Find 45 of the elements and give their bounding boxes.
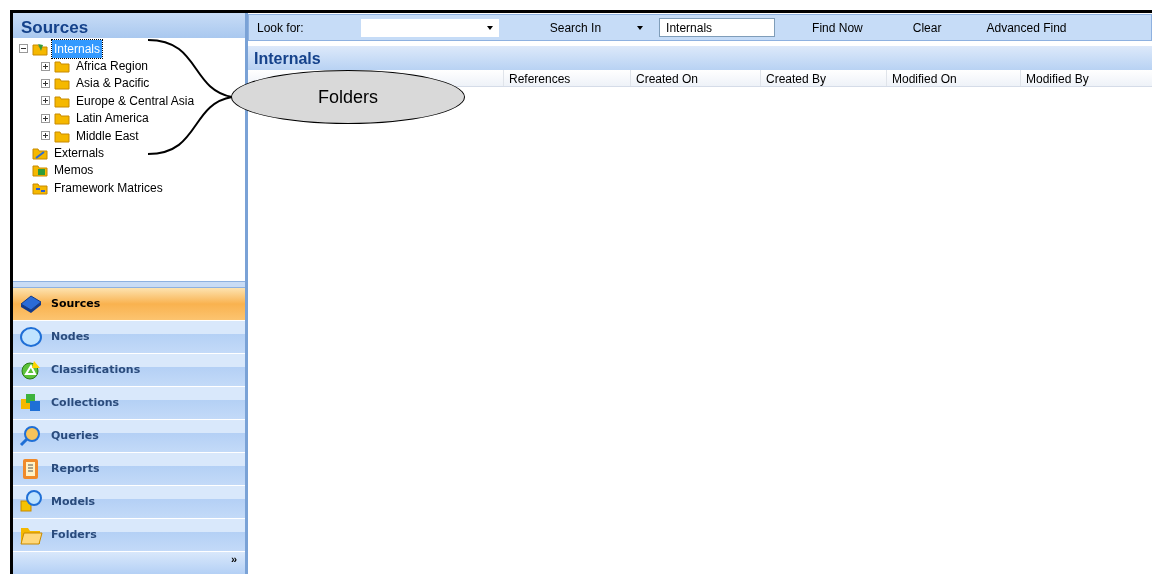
panel-title: Sources <box>13 13 245 38</box>
look-for-label: Look for: <box>257 19 304 37</box>
navigation-button[interactable]: Nodes <box>13 321 245 354</box>
navigation-button[interactable]: Sources <box>13 288 245 321</box>
folder-icon <box>54 75 70 92</box>
column-header[interactable]: Created By <box>760 70 886 86</box>
column-header[interactable]: References <box>503 70 630 86</box>
folder-icon <box>54 58 70 75</box>
find-now-button[interactable]: Find Now <box>812 18 863 37</box>
expand-icon[interactable] <box>41 61 50 71</box>
tree-item[interactable]: Memos <box>52 161 96 180</box>
circle-icon <box>17 325 45 349</box>
expand-icon[interactable] <box>41 78 50 88</box>
navigation-button[interactable]: Reports <box>13 453 245 486</box>
tree-item[interactable]: Europe & Central Asia <box>74 91 197 110</box>
expand-icon[interactable] <box>41 96 50 106</box>
clear-button[interactable]: Clear <box>912 18 942 37</box>
folder-icon <box>32 145 48 162</box>
more-buttons-button[interactable]: » <box>230 554 237 565</box>
folder-icon <box>32 162 48 179</box>
column-header[interactable]: Modified By <box>1020 70 1150 86</box>
folder-icon <box>54 110 70 127</box>
navigation-button[interactable]: Classifications <box>13 354 245 387</box>
tree-item[interactable]: Externals <box>52 144 107 163</box>
search-in-field[interactable]: Internals <box>659 18 776 37</box>
navigation-button[interactable]: Folders <box>13 519 245 552</box>
expand-icon[interactable] <box>41 131 50 141</box>
column-header[interactable]: Created On <box>630 70 760 86</box>
tree-item[interactable]: Middle East <box>74 126 141 145</box>
tree-item[interactable]: Framework Matrices <box>52 178 165 197</box>
column-header[interactable]: Modified On <box>886 70 1020 86</box>
tree-item[interactable]: Asia & Pacific <box>74 74 152 93</box>
navigation-button[interactable]: Collections <box>13 387 245 420</box>
advanced-find-button[interactable]: Advanced Find <box>986 18 1067 37</box>
collapse-icon[interactable] <box>19 44 28 54</box>
model-icon <box>17 490 45 514</box>
splitter-handle[interactable] <box>13 281 245 288</box>
search-in-dropdown-icon[interactable] <box>637 25 644 30</box>
list-title: Internals <box>248 46 1152 70</box>
navigation-button[interactable]: Models <box>13 486 245 519</box>
search-in-button[interactable]: Search In <box>549 18 602 37</box>
tree-item[interactable]: Africa Region <box>74 57 151 76</box>
tree-item[interactable]: Latin America <box>74 109 151 128</box>
expand-icon[interactable] <box>41 113 50 123</box>
navigation-button[interactable]: Queries <box>13 420 245 453</box>
